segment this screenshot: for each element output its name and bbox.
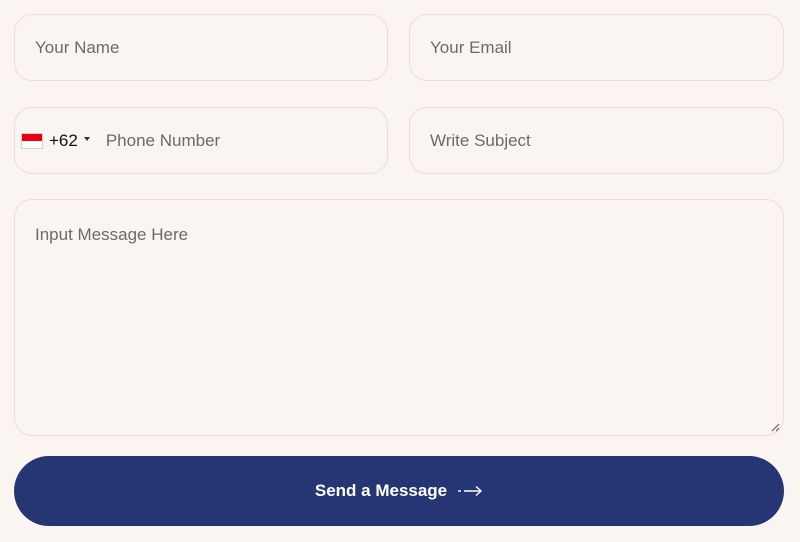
dial-code: +62 — [49, 130, 78, 150]
caret-down-icon — [83, 136, 90, 141]
email-field-container — [409, 14, 784, 81]
phone-input[interactable] — [105, 130, 387, 151]
resize-handle-icon[interactable] — [771, 423, 780, 432]
send-message-label: Send a Message — [314, 481, 448, 500]
phone-field-container: +62 — [14, 107, 388, 174]
subject-input[interactable] — [430, 130, 783, 151]
indonesia-flag-icon — [21, 132, 43, 149]
name-input[interactable] — [35, 37, 387, 58]
send-message-button[interactable]: Send a Message — [14, 456, 784, 526]
email-input[interactable] — [430, 37, 783, 58]
contact-form: +62 Send a Message — [0, 0, 800, 542]
country-code-select[interactable]: +62 — [21, 124, 106, 158]
message-field-container — [14, 199, 784, 436]
subject-field-container — [409, 107, 784, 174]
arrow-right-icon — [458, 485, 483, 497]
message-textarea[interactable] — [35, 224, 763, 425]
name-field-container — [14, 14, 388, 81]
